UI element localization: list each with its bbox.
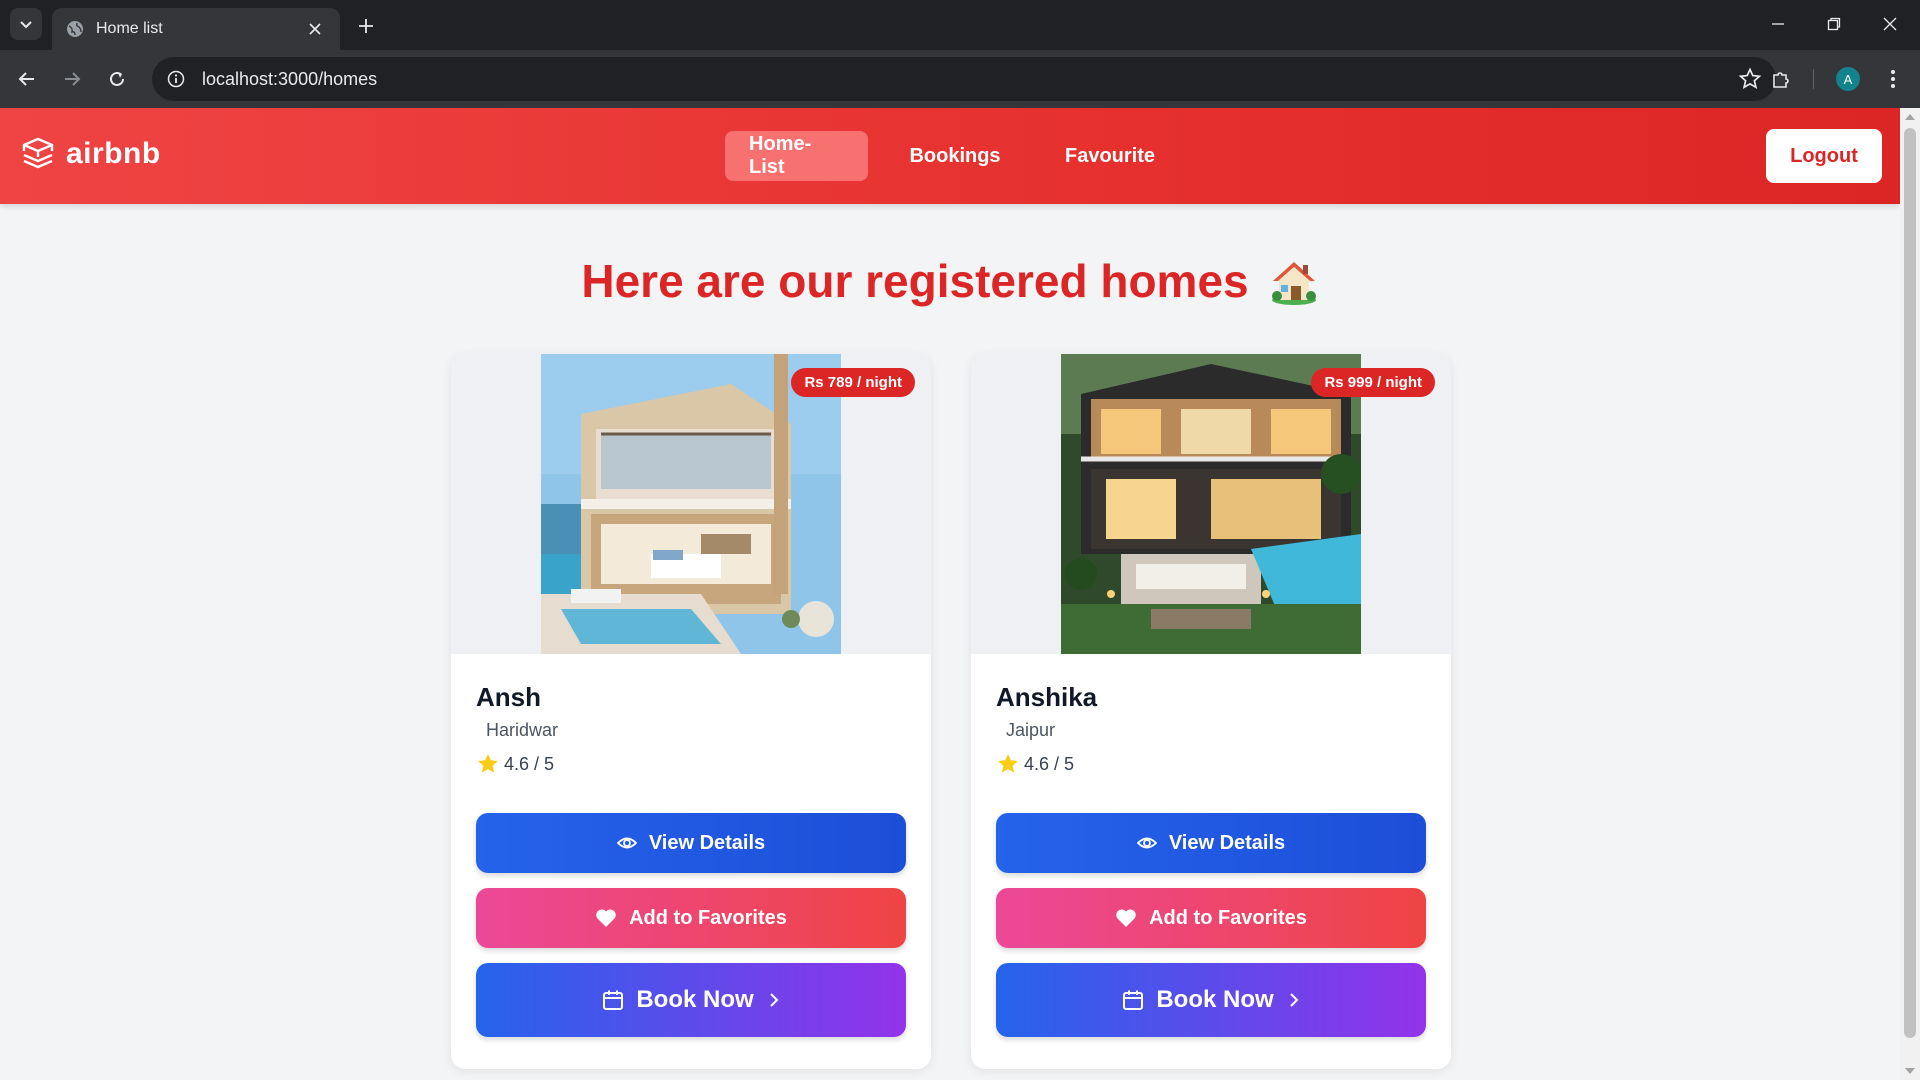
book-now-label: Book Now xyxy=(636,986,754,1013)
arrow-left-icon xyxy=(18,72,34,86)
arrow-right-icon xyxy=(65,72,81,86)
plus-icon xyxy=(359,19,373,33)
price-badge: Rs 999 / night xyxy=(1311,368,1435,397)
page-viewport: airbnb Home-List Bookings Favourite Logo… xyxy=(0,108,1900,1080)
scrollbar-thumb[interactable] xyxy=(1904,128,1916,1038)
home-image-area: Rs 999 / night xyxy=(971,354,1451,654)
browser-menu-button[interactable] xyxy=(1876,62,1910,96)
add-to-favorites-label: Add to Favorites xyxy=(629,906,787,929)
close-window-button[interactable] xyxy=(1862,0,1918,48)
home-location: Jaipur xyxy=(1006,720,1056,740)
nav-bookings[interactable]: Bookings xyxy=(890,131,1020,181)
nav-favourite[interactable]: Favourite xyxy=(1044,131,1176,181)
eye-icon xyxy=(1136,837,1157,849)
url-text: localhost:3000/homes xyxy=(202,68,378,89)
reload-icon xyxy=(110,71,124,86)
browser-toolbar: localhost:3000/homes xyxy=(0,50,1920,108)
tab-title: Home list xyxy=(96,20,163,37)
calendar-icon xyxy=(1123,990,1144,1010)
heart-icon xyxy=(1116,909,1136,927)
close-icon xyxy=(309,23,321,35)
add-to-favorites-button[interactable]: Add to Favorites xyxy=(996,888,1426,948)
home-rating: 4.6 / 5 xyxy=(476,752,554,776)
book-now-button[interactable]: Book Now xyxy=(476,963,906,1037)
browser-tabbar: Home list xyxy=(0,0,1920,50)
home-photo xyxy=(541,354,841,654)
tab-close-button[interactable] xyxy=(304,18,326,40)
add-to-favorites-label: Add to Favorites xyxy=(1149,906,1307,929)
info-icon xyxy=(167,70,185,88)
bookmark-star-icon[interactable] xyxy=(1738,67,1762,91)
chevron-right-icon xyxy=(769,993,779,1007)
add-to-favorites-button[interactable]: Add to Favorites xyxy=(476,888,906,948)
star-icon xyxy=(478,754,498,773)
tab-search-button[interactable] xyxy=(10,8,42,40)
new-tab-button[interactable] xyxy=(352,12,380,40)
home-image-area: Rs 789 / night xyxy=(451,354,931,654)
logout-button[interactable]: Logout xyxy=(1766,129,1882,183)
view-details-button[interactable]: View Details xyxy=(476,813,906,873)
puzzle-icon xyxy=(1773,72,1789,88)
restore-icon xyxy=(1827,17,1841,31)
home-photo xyxy=(1061,354,1361,654)
chevron-right-icon xyxy=(1289,993,1299,1007)
brand-name: airbnb xyxy=(66,137,161,170)
calendar-icon xyxy=(603,990,624,1010)
browser-tab[interactable]: Home list xyxy=(52,8,340,50)
back-button[interactable] xyxy=(10,62,44,96)
price-badge: Rs 789 / night xyxy=(791,368,915,397)
scroll-down-arrow[interactable] xyxy=(1905,1068,1915,1074)
book-now-label: Book Now xyxy=(1156,986,1274,1013)
address-bar[interactable]: localhost:3000/homes xyxy=(152,57,1776,101)
eye-icon xyxy=(616,837,637,849)
scroll-up-arrow[interactable] xyxy=(1905,114,1915,120)
close-icon xyxy=(1883,17,1897,31)
view-details-button[interactable]: View Details xyxy=(996,813,1426,873)
page-title: Here are our registered homes xyxy=(581,255,1249,307)
star-icon xyxy=(998,754,1018,773)
home-card: Rs 789 / night Ansh Haridwar 4.6 / 5 Vie… xyxy=(451,354,931,1069)
reload-button[interactable] xyxy=(100,62,134,96)
home-rating: 4.6 / 5 xyxy=(996,752,1074,776)
restore-button[interactable] xyxy=(1806,0,1862,48)
rating-value: 4.6 / 5 xyxy=(1024,753,1075,774)
page-scrollbar[interactable] xyxy=(1900,108,1920,1080)
cube-logo-icon xyxy=(22,137,54,169)
home-name: Ansh xyxy=(476,682,541,712)
extensions-button[interactable] xyxy=(1764,62,1798,96)
rating-value: 4.6 / 5 xyxy=(504,753,555,774)
home-location: Haridwar xyxy=(486,720,559,740)
site-navbar: airbnb Home-List Bookings Favourite Logo… xyxy=(0,108,1900,204)
globe-icon xyxy=(67,21,83,37)
heart-icon xyxy=(596,909,616,927)
book-now-button[interactable]: Book Now xyxy=(996,963,1426,1037)
home-name: Anshika xyxy=(996,682,1098,712)
house-emoji-icon xyxy=(1271,262,1316,305)
minimize-button[interactable] xyxy=(1750,0,1806,48)
brand[interactable]: airbnb xyxy=(20,136,161,172)
chevron-down-icon xyxy=(20,21,32,29)
forward-button[interactable] xyxy=(55,62,89,96)
page-heading-row: Here are our registered homes xyxy=(0,254,1900,308)
nav-home-list[interactable]: Home-List xyxy=(725,131,868,181)
more-vertical-icon xyxy=(1891,70,1895,88)
profile-avatar[interactable]: A xyxy=(1836,67,1860,91)
toolbar-divider xyxy=(1813,69,1814,89)
home-card: Rs 999 / night Anshika Jaipur 4.6 / 5 Vi… xyxy=(971,354,1451,1069)
minimize-icon xyxy=(1772,23,1784,25)
site-info-button[interactable] xyxy=(164,67,188,91)
view-details-label: View Details xyxy=(1168,831,1286,854)
view-details-label: View Details xyxy=(648,831,766,854)
